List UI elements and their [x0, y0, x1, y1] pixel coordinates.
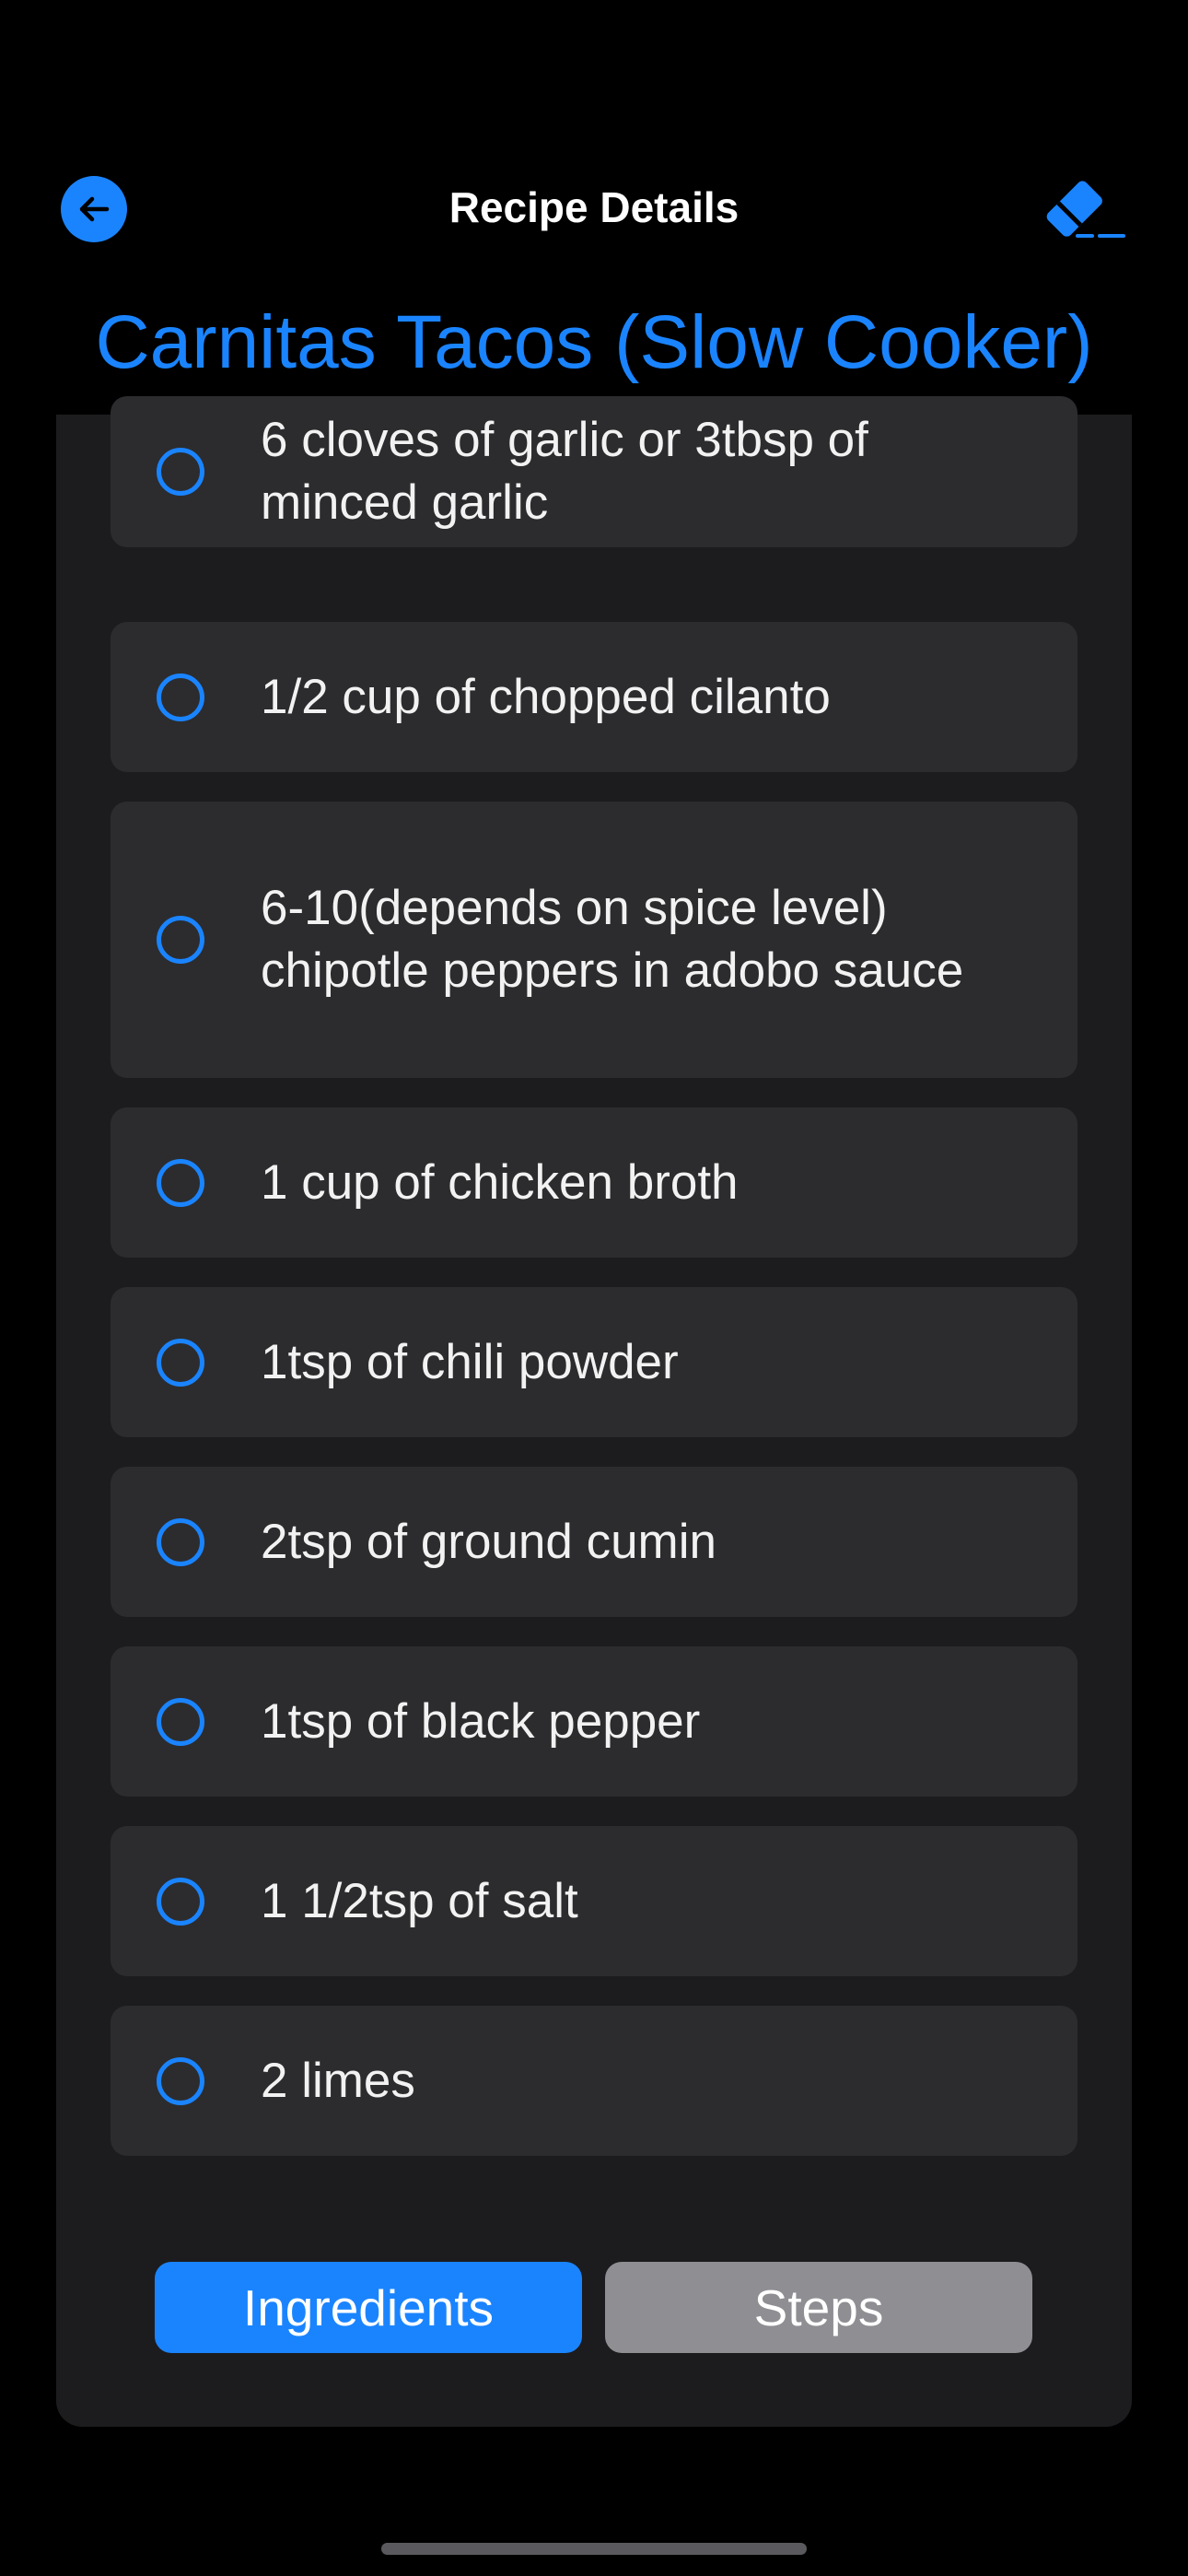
ingredient-label: 1/2 cup of chopped cilanto [261, 669, 831, 724]
clear-button[interactable] [1035, 173, 1127, 247]
ingredient-label: 2 limes [261, 2053, 415, 2108]
ingredient-label: 2tsp of ground cumin [261, 1514, 716, 1569]
unchecked-circle-icon[interactable] [157, 2056, 204, 2105]
unchecked-circle-icon[interactable] [157, 916, 204, 964]
ingredient-item[interactable]: 2tsp of ground cumin [111, 1467, 1077, 1617]
unchecked-circle-icon[interactable] [157, 1338, 204, 1387]
unchecked-circle-icon[interactable] [157, 1158, 204, 1207]
ingredient-label: 6 cloves of garlic or 3tbsp of minced ga… [261, 413, 868, 530]
ingredient-item[interactable]: 1tsp of chili powder [111, 1287, 1077, 1437]
ingredient-item[interactable]: 6 cloves of garlic or 3tbsp of minced ga… [111, 396, 1077, 547]
unchecked-circle-icon[interactable] [157, 1697, 204, 1746]
recipe-title: Carnitas Tacos (Slow Cooker) [95, 300, 1093, 384]
ingredient-label: 1tsp of chili powder [261, 1334, 679, 1389]
ingredients-panel: 6 cloves of garlic or 3tbsp of minced ga… [56, 396, 1132, 2427]
page-title: Recipe Details [448, 183, 740, 231]
ingredient-label: 1 1/2tsp of salt [261, 1873, 578, 1928]
ingredient-item[interactable]: 1tsp of black pepper [111, 1646, 1077, 1797]
ingredient-item[interactable]: 2 limes [111, 2006, 1077, 2156]
unchecked-circle-icon[interactable] [157, 448, 204, 496]
ingredient-label: 6-10(depends on spice level) chipotle pe… [261, 881, 964, 998]
tab-ingredients[interactable]: Ingredients [155, 2262, 582, 2353]
unchecked-circle-icon[interactable] [157, 1877, 204, 1926]
eraser-icon [1046, 181, 1125, 238]
ingredient-item[interactable]: 1 cup of chicken broth [111, 1107, 1077, 1258]
ingredient-label: 1tsp of black pepper [261, 1693, 701, 1749]
ingredient-label: 1 cup of chicken broth [261, 1154, 739, 1210]
unchecked-circle-icon[interactable] [157, 1517, 204, 1566]
unchecked-circle-icon[interactable] [157, 673, 204, 721]
home-indicator[interactable] [381, 2543, 807, 2555]
navigation-header: Recipe Details Carnitas Tacos (Slow Cook… [0, 0, 1188, 415]
ingredient-item[interactable]: 1/2 cup of chopped cilanto [111, 622, 1077, 772]
tab-steps[interactable]: Steps [605, 2262, 1032, 2353]
ingredient-item[interactable]: 1 1/2tsp of salt [111, 1826, 1077, 1976]
ingredient-item[interactable]: 6-10(depends on spice level) chipotle pe… [111, 802, 1077, 1078]
